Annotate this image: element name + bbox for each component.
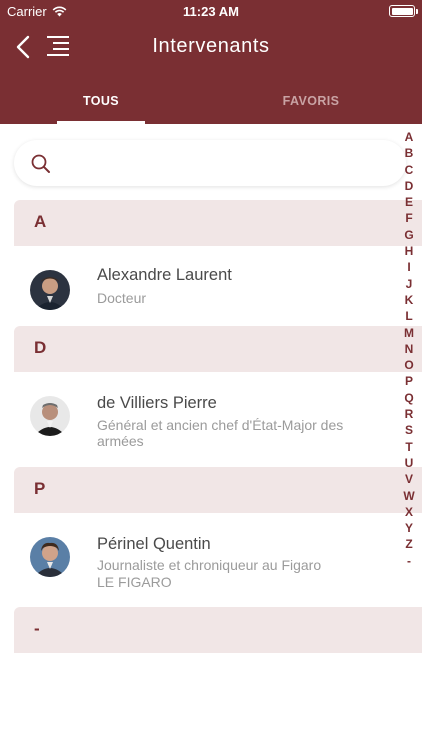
- status-bar: Carrier 11:23 AM: [0, 0, 422, 22]
- person-title: Docteur: [97, 290, 147, 306]
- app-header: Carrier 11:23 AM Intervenants TOUS FAVOR…: [0, 0, 422, 124]
- index-letter[interactable]: G: [402, 227, 416, 243]
- person-name: Alexandre Laurent: [97, 266, 232, 284]
- index-letter[interactable]: X: [402, 504, 416, 520]
- alphabet-index[interactable]: A B C D E F G H I J K L M N O P Q R S T …: [402, 129, 416, 569]
- section-header-d: D: [14, 326, 422, 372]
- index-letter[interactable]: Q: [402, 390, 416, 406]
- section-letter: -: [34, 619, 40, 638]
- index-letter[interactable]: L: [402, 308, 416, 324]
- index-letter[interactable]: W: [402, 488, 416, 504]
- index-letter[interactable]: R: [402, 406, 416, 422]
- index-letter[interactable]: P: [402, 373, 416, 389]
- index-letter[interactable]: I: [402, 259, 416, 275]
- person-name: de Villiers Pierre: [97, 394, 217, 412]
- person-title: Général et ancien chef d'État-Major des …: [97, 417, 344, 449]
- tab-favoris[interactable]: FAVORIS: [266, 82, 356, 124]
- index-letter[interactable]: Z: [402, 536, 416, 552]
- index-letter[interactable]: U: [402, 455, 416, 471]
- index-letter[interactable]: F: [402, 210, 416, 226]
- index-letter[interactable]: M: [402, 325, 416, 341]
- index-letter[interactable]: E: [402, 194, 416, 210]
- index-letter[interactable]: C: [402, 162, 416, 178]
- index-letter[interactable]: K: [402, 292, 416, 308]
- search-bar[interactable]: [14, 140, 406, 186]
- avatar: [30, 270, 70, 310]
- index-letter[interactable]: N: [402, 341, 416, 357]
- avatar: [30, 537, 70, 577]
- active-tab-indicator: [57, 121, 145, 124]
- navigation-bar: Intervenants: [0, 22, 422, 72]
- index-letter[interactable]: Y: [402, 520, 416, 536]
- index-letter[interactable]: B: [402, 145, 416, 161]
- tab-bar: TOUS FAVORIS: [0, 82, 422, 124]
- index-letter[interactable]: T: [402, 439, 416, 455]
- list-item[interactable]: Périnel Quentin Journaliste et chronique…: [14, 513, 422, 609]
- battery-icon: [389, 5, 418, 17]
- section-header-p: P: [14, 467, 422, 513]
- search-icon: [31, 154, 50, 173]
- index-letter[interactable]: H: [402, 243, 416, 259]
- section-letter: P: [34, 479, 46, 498]
- section-header-dash: -: [14, 607, 422, 653]
- index-letter[interactable]: D: [402, 178, 416, 194]
- status-time: 11:23 AM: [183, 4, 239, 19]
- section-letter: D: [34, 338, 47, 357]
- list-item: [14, 653, 422, 750]
- section-header-a: A: [14, 200, 422, 246]
- tab-tous[interactable]: TOUS: [57, 82, 145, 124]
- index-letter[interactable]: A: [402, 129, 416, 145]
- search-input[interactable]: [60, 148, 380, 178]
- avatar: [30, 396, 70, 436]
- tab-tous-label: TOUS: [82, 94, 120, 108]
- person-name: Périnel Quentin: [97, 535, 211, 553]
- tab-favoris-label: FAVORIS: [282, 94, 340, 108]
- list-item[interactable]: Alexandre Laurent Docteur: [14, 246, 422, 326]
- index-letter[interactable]: -: [402, 553, 416, 569]
- page-title: Intervenants: [152, 35, 270, 57]
- person-organization: LE FIGARO: [97, 574, 172, 590]
- index-letter[interactable]: V: [402, 471, 416, 487]
- person-title: Journaliste et chroniqueur au Figaro: [97, 557, 322, 573]
- section-letter: A: [34, 212, 47, 231]
- index-letter[interactable]: J: [402, 276, 416, 292]
- index-letter[interactable]: S: [402, 422, 416, 438]
- list-item[interactable]: de Villiers Pierre Général et ancien che…: [14, 372, 422, 468]
- index-letter[interactable]: O: [402, 357, 416, 373]
